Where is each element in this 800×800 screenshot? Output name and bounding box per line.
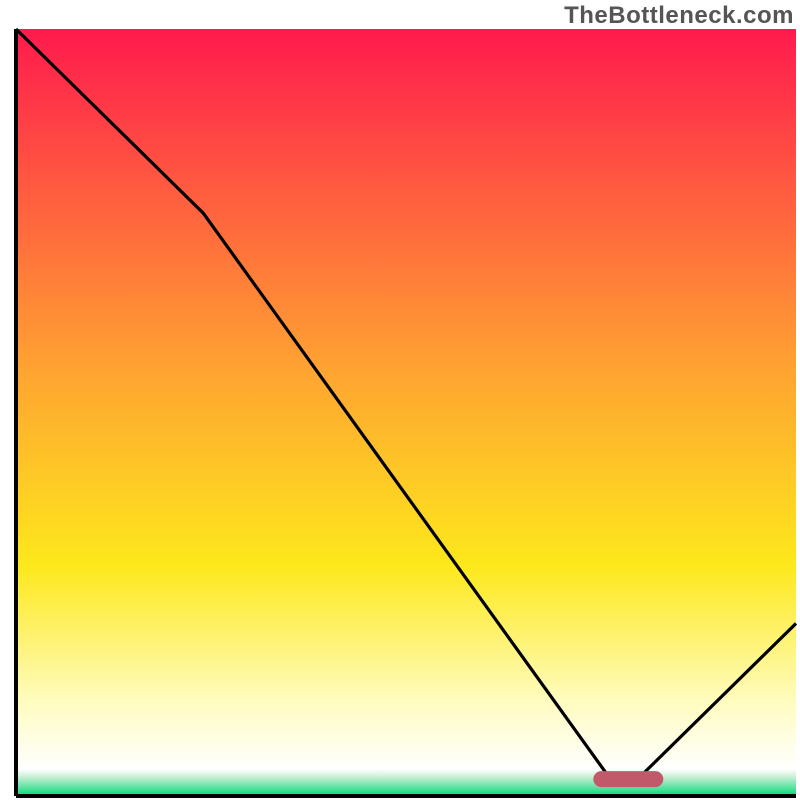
bottleneck-chart: TheBottleneck.com [0, 0, 800, 800]
optimal-marker [593, 771, 663, 787]
watermark-text: TheBottleneck.com [564, 2, 794, 30]
chart-svg [0, 0, 800, 800]
